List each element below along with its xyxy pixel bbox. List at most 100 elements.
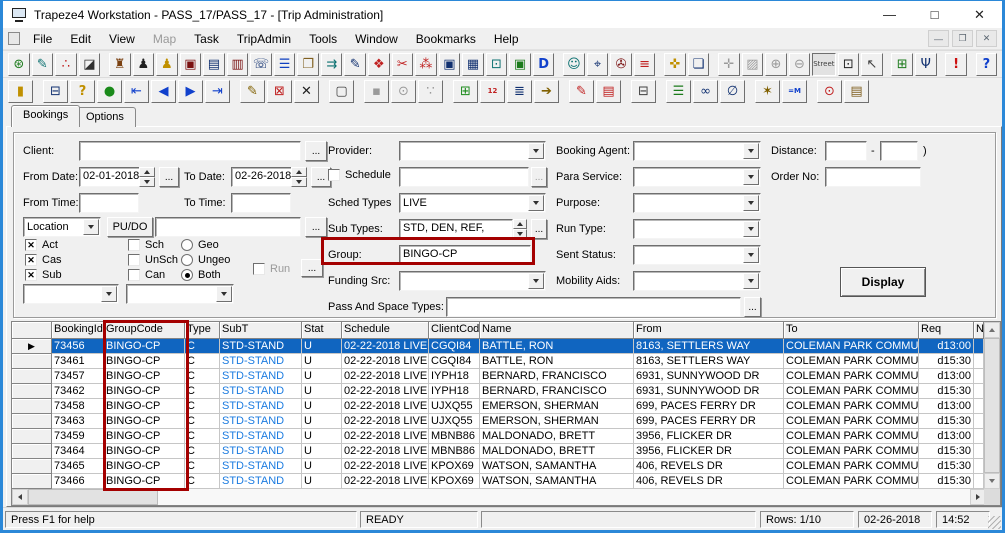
column-header-name[interactable]: Name — [480, 322, 634, 339]
bus-icon[interactable]: ▣ — [438, 52, 461, 76]
cell-n[interactable] — [974, 339, 984, 354]
agency-icon[interactable]: ♜ — [108, 52, 131, 76]
menu-tripadmin[interactable]: TripAdmin — [228, 29, 300, 49]
cell-to[interactable]: COLEMAN PARK COMMUN — [784, 459, 919, 474]
row-selector[interactable] — [12, 414, 52, 429]
itinerary-icon[interactable]: ⇉ — [320, 52, 343, 76]
to-date-spinner[interactable] — [291, 167, 307, 187]
cell-groupcode[interactable]: BINGO-CP — [104, 399, 185, 414]
act-checkbox[interactable]: Act — [25, 239, 58, 251]
cell-req[interactable]: d13:00 — [919, 399, 974, 414]
cell-stat[interactable]: U — [302, 474, 342, 489]
cell-subt[interactable]: STD-STAND — [220, 354, 302, 369]
map-globe-edit-icon[interactable]: ✎ — [31, 52, 54, 76]
cell-bookingid[interactable]: 73466 — [52, 474, 104, 489]
cell-groupcode[interactable]: BINGO-CP — [104, 384, 185, 399]
send-note-icon[interactable]: ➔ — [534, 79, 559, 103]
sched-types-dropdown[interactable]: LIVE — [399, 193, 546, 213]
cell-clientcode[interactable]: CGQI84 — [429, 339, 480, 354]
operator-alt-icon[interactable]: ♟ — [156, 52, 178, 76]
checkbox-icon[interactable] — [25, 239, 37, 251]
radio-icon[interactable] — [181, 239, 193, 251]
cell-bookingid[interactable]: 73463 — [52, 414, 104, 429]
cell-type[interactable]: C — [185, 369, 220, 384]
map-points-edit-icon[interactable]: ∴ — [55, 52, 77, 76]
new-record-icon[interactable]: ▢ — [329, 79, 354, 103]
cell-req[interactable]: d15:30 — [919, 459, 974, 474]
cell-from[interactable]: 406, REVELS DR — [634, 474, 784, 489]
cell-from[interactable]: 406, REVELS DR — [634, 459, 784, 474]
cell-bookingid[interactable]: 73457 — [52, 369, 104, 384]
vehicle-stop-icon[interactable]: ▥ — [226, 52, 249, 76]
table-row[interactable]: 73464 BINGO-CP C STD-STAND U 02-22-2018 LIVE M… — [12, 444, 984, 459]
chevron-down-icon[interactable] — [743, 169, 759, 185]
cell-schedule[interactable]: 02-22-2018 LIVE — [342, 384, 429, 399]
find-map-icon[interactable]: ⌖ — [586, 52, 609, 76]
chevron-down-icon[interactable] — [743, 195, 759, 211]
cell-clientcode[interactable]: MBNB86 — [429, 429, 480, 444]
cell-schedule[interactable]: 02-22-2018 LIVE — [342, 414, 429, 429]
cell-clientcode[interactable]: MBNB86 — [429, 444, 480, 459]
cell-req[interactable]: d15:30 — [919, 354, 974, 369]
cell-n[interactable] — [974, 399, 984, 414]
from-time-input[interactable] — [79, 193, 139, 213]
run-type-dropdown[interactable] — [633, 219, 761, 239]
column-header-groupcode[interactable]: GroupCode — [104, 322, 185, 339]
cell-n[interactable] — [974, 354, 984, 369]
chevron-down-icon[interactable] — [528, 143, 544, 159]
sub-types-input[interactable]: STD, DEN, REF, — [399, 219, 513, 239]
chevron-down-icon[interactable] — [743, 247, 759, 263]
menu-bookmarks[interactable]: Bookmarks — [407, 29, 485, 49]
scroll-down-icon[interactable] — [984, 473, 1000, 489]
find-client-icon[interactable]: ☺ — [563, 52, 585, 76]
column-header-req[interactable]: Req — [919, 322, 974, 339]
cell-groupcode[interactable]: BINGO-CP — [104, 369, 185, 384]
table-row[interactable]: 73459 BINGO-CP C STD-STAND U 02-22-2018 LIVE M… — [12, 429, 984, 444]
row-selector[interactable] — [12, 369, 52, 384]
cell-to[interactable]: COLEMAN PARK COMMUN — [784, 354, 919, 369]
vehicle-icon[interactable]: ▣ — [179, 52, 202, 76]
geo-radio[interactable]: Geo — [181, 239, 219, 251]
table-row[interactable]: 73466 BINGO-CP C STD-STAND U 02-22-2018 LIVE K… — [12, 474, 984, 489]
street-view-button[interactable]: Street — [812, 52, 836, 76]
mdi-restore-button[interactable]: ❐ — [952, 30, 973, 47]
cell-from[interactable]: 3956, FLICKER DR — [634, 429, 784, 444]
verify-booking-icon[interactable]: ✎ — [569, 79, 594, 103]
cell-name[interactable]: EMERSON, SHERMAN — [480, 414, 634, 429]
menu-tools[interactable]: Tools — [300, 29, 346, 49]
order-no-input[interactable] — [825, 167, 921, 187]
cell-type[interactable]: C — [185, 384, 220, 399]
trip-admin-window-icon[interactable] — [8, 32, 20, 45]
cell-stat[interactable]: U — [302, 459, 342, 474]
map-globe-icon[interactable]: ⊛ — [8, 52, 30, 76]
mdi-minimize-button[interactable]: — — [928, 30, 949, 47]
cell-name[interactable]: MALDONADO, BRETT — [480, 444, 634, 459]
can-filter-dropdown[interactable] — [126, 284, 234, 304]
chevron-down-icon[interactable] — [216, 286, 232, 302]
booking-agent-dropdown[interactable] — [633, 141, 761, 161]
cell-schedule[interactable]: 02-22-2018 LIVE — [342, 444, 429, 459]
grid-horizontal-scrollbar[interactable] — [12, 489, 986, 505]
cell-subt[interactable]: STD-STAND — [220, 399, 302, 414]
unsch-checkbox[interactable]: UnSch — [128, 254, 178, 266]
purpose-dropdown[interactable] — [633, 193, 761, 213]
find-run-icon[interactable]: ≡ — [633, 52, 656, 76]
cell-req[interactable]: d15:30 — [919, 384, 974, 399]
mdi-close-button[interactable]: ✕ — [976, 30, 997, 47]
cell-to[interactable]: COLEMAN PARK COMMUN — [784, 339, 919, 354]
grid-selector-header[interactable] — [12, 322, 52, 339]
cell-bookingid[interactable]: 73465 — [52, 459, 104, 474]
checkbox-icon[interactable] — [25, 269, 37, 281]
delete-record-icon[interactable]: ✕ — [294, 79, 319, 103]
scroll-track[interactable] — [158, 489, 970, 505]
pointer-icon[interactable]: ↖ — [861, 52, 883, 76]
next-record-icon[interactable]: ▶ — [178, 79, 203, 103]
avl-monitor-icon[interactable]: ⊞ — [891, 52, 913, 76]
chevron-down-icon[interactable] — [83, 219, 99, 235]
find-trips-icon[interactable]: ⊙ — [817, 79, 842, 103]
cell-subt[interactable]: STD-STAND — [220, 384, 302, 399]
cell-name[interactable]: BATTLE, RON — [480, 354, 634, 369]
cell-n[interactable] — [974, 459, 984, 474]
close-button[interactable]: ✕ — [957, 1, 1002, 28]
menu-view[interactable]: View — [100, 29, 144, 49]
